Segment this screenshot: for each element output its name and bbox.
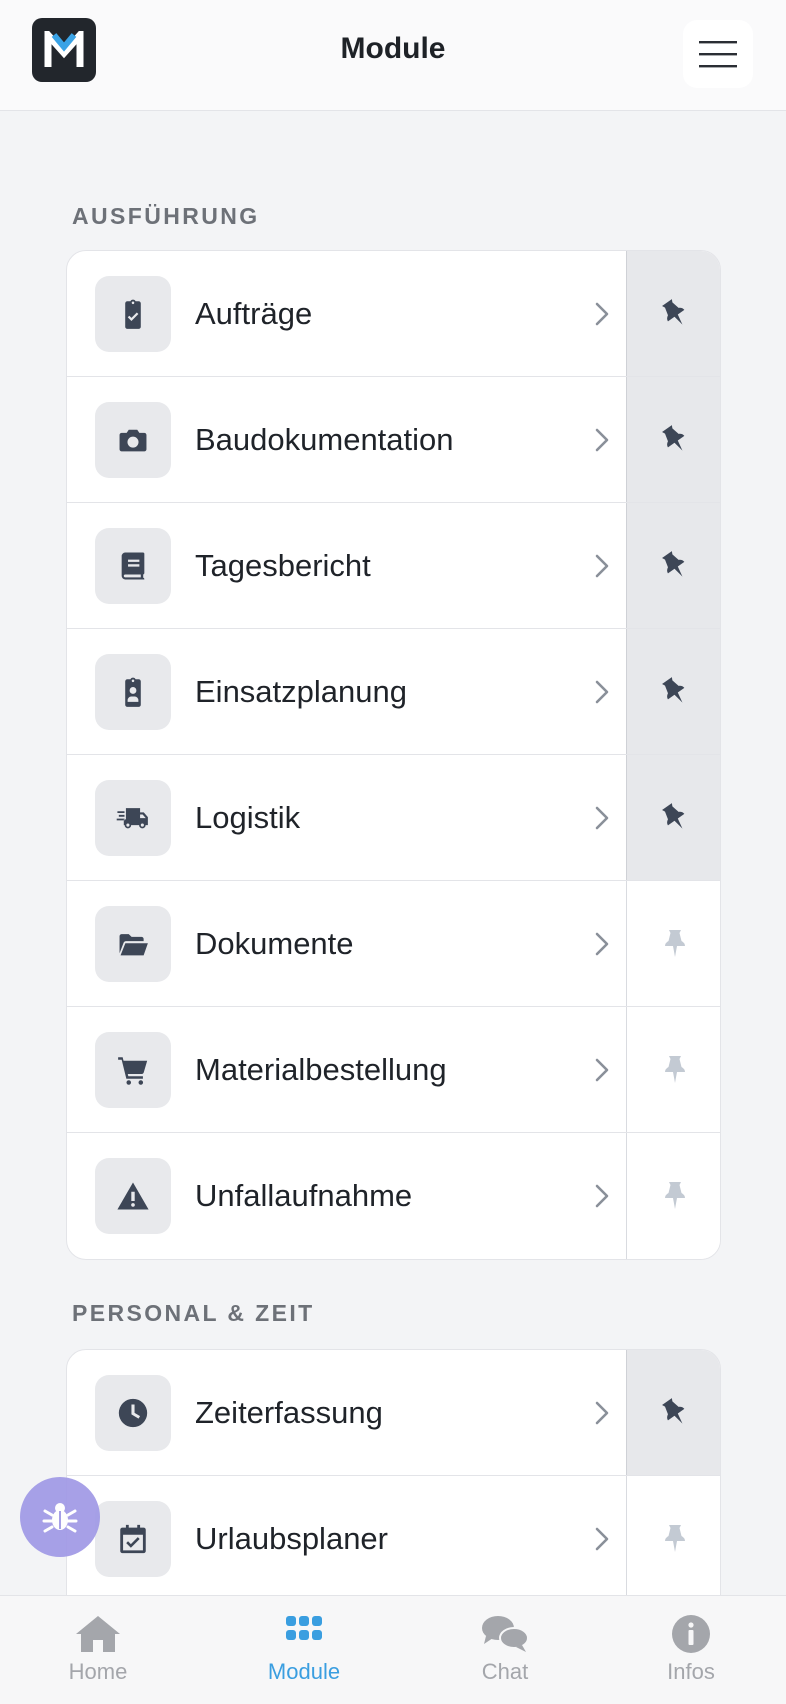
pin-toggle-materialbestellung[interactable] (626, 1007, 720, 1132)
module-row-auftraege: Aufträge (67, 251, 720, 377)
chevron-right-icon (595, 1527, 609, 1551)
hamburger-menu-button[interactable] (683, 20, 753, 88)
nav-tab-home[interactable]: Home (13, 1596, 183, 1704)
module-link-tagesbericht[interactable]: Tagesbericht (67, 503, 626, 628)
book-icon (95, 528, 171, 604)
clock-icon (95, 1375, 171, 1451)
module-link-baudokumentation[interactable]: Baudokumentation (67, 377, 626, 502)
chevron-right-icon (595, 1184, 609, 1208)
module-link-unfallaufnahme[interactable]: Unfallaufnahme (67, 1133, 626, 1259)
module-row-urlaubsplaner: Urlaubsplaner (67, 1476, 720, 1602)
pin-inactive-icon (664, 1182, 685, 1209)
pin-toggle-auftraege[interactable] (626, 251, 720, 376)
page-title: Module (340, 32, 446, 65)
pin-toggle-dokumente[interactable] (626, 881, 720, 1006)
module-row-materialbestellung: Materialbestellung (67, 1007, 720, 1133)
pin-active-icon (661, 298, 684, 325)
module-row-logistik: Logistik (67, 755, 720, 881)
module-label: Baudokumentation (195, 422, 454, 457)
module-label: Zeiterfassung (195, 1395, 383, 1430)
pin-inactive-icon (664, 1055, 685, 1083)
cart-icon (95, 1032, 171, 1108)
pin-toggle-baudokumentation[interactable] (626, 377, 720, 502)
nav-tab-module[interactable]: Module (219, 1596, 389, 1704)
module-row-zeiterfassung: Zeiterfassung (67, 1350, 720, 1476)
truck-fast-icon (95, 780, 171, 856)
nav-tab-infos[interactable]: Infos (606, 1596, 776, 1704)
chevron-right-icon (595, 554, 609, 578)
pin-inactive-icon (664, 929, 685, 957)
chat-icon (482, 1616, 529, 1652)
module-label: Unfallaufnahme (195, 1178, 413, 1213)
info-icon (672, 1615, 710, 1653)
module-link-auftraege[interactable]: Aufträge (67, 251, 626, 376)
debug-fab-button[interactable] (20, 1477, 100, 1557)
chevron-right-icon (595, 680, 609, 704)
chevron-right-icon (595, 806, 609, 830)
nav-label: Infos (667, 1659, 715, 1684)
chevron-right-icon (595, 302, 609, 326)
app-screen: Module AUSFÜHRUNG Aufträge Baudokumentat… (0, 0, 786, 1704)
pin-toggle-einsatzplanung[interactable] (626, 629, 720, 754)
module-label: Logistik (195, 800, 301, 835)
bug-icon (42, 1503, 78, 1533)
module-link-zeiterfassung[interactable]: Zeiterfassung (67, 1350, 626, 1475)
grid-icon (286, 1616, 322, 1640)
calendar-check-icon (95, 1501, 171, 1577)
pin-active-icon (661, 424, 684, 451)
pin-toggle-logistik[interactable] (626, 755, 720, 880)
pin-active-icon (661, 676, 684, 703)
nav-label: Chat (481, 1659, 529, 1684)
module-link-logistik[interactable]: Logistik (67, 755, 626, 880)
top-bar: Module (0, 0, 786, 111)
bottom-navigation: Home Module Chat Infos (0, 1595, 786, 1704)
pin-toggle-urlaubsplaner[interactable] (626, 1476, 720, 1602)
camera-icon (95, 402, 171, 478)
pin-inactive-icon (664, 1525, 685, 1552)
clipboard-check-icon (95, 276, 171, 352)
module-link-einsatzplanung[interactable]: Einsatzplanung (67, 629, 626, 754)
module-row-unfallaufnahme: Unfallaufnahme (67, 1133, 720, 1259)
nav-label: Module (267, 1659, 341, 1684)
module-list-ausfuehrung: Aufträge Baudokumentation Tagesbericht E… (66, 250, 721, 1260)
pin-toggle-unfallaufnahme[interactable] (626, 1133, 720, 1259)
section-heading-personal-zeit: PERSONAL & ZEIT (72, 1300, 315, 1326)
module-link-dokumente[interactable]: Dokumente (67, 881, 626, 1006)
pin-toggle-tagesbericht[interactable] (626, 503, 720, 628)
module-row-einsatzplanung: Einsatzplanung (67, 629, 720, 755)
module-row-baudokumentation: Baudokumentation (67, 377, 720, 503)
section-heading-ausfuehrung: AUSFÜHRUNG (72, 203, 260, 229)
chevron-right-icon (595, 1401, 609, 1425)
chevron-right-icon (595, 428, 609, 452)
module-row-dokumente: Dokumente (67, 881, 720, 1007)
nav-label: Home (68, 1659, 128, 1684)
pin-active-icon (661, 1397, 684, 1424)
module-label: Einsatzplanung (195, 674, 407, 709)
nav-tab-chat[interactable]: Chat (420, 1596, 590, 1704)
warning-icon (95, 1158, 171, 1234)
chevron-right-icon (595, 1058, 609, 1082)
module-label: Tagesbericht (195, 548, 371, 583)
home-icon (76, 1616, 120, 1652)
module-label: Aufträge (195, 296, 313, 331)
module-label: Dokumente (195, 926, 354, 961)
pin-toggle-zeiterfassung[interactable] (626, 1350, 720, 1475)
module-label: Urlaubsplaner (195, 1521, 388, 1556)
chevron-right-icon (595, 932, 609, 956)
module-link-urlaubsplaner[interactable]: Urlaubsplaner (67, 1476, 626, 1602)
module-row-tagesbericht: Tagesbericht (67, 503, 720, 629)
clipboard-user-icon (95, 654, 171, 730)
pin-active-icon (661, 550, 684, 577)
menu-icon (699, 41, 737, 68)
pin-active-icon (661, 802, 684, 829)
module-label: Materialbestellung (195, 1052, 447, 1087)
module-link-materialbestellung[interactable]: Materialbestellung (67, 1007, 626, 1132)
folder-open-icon (95, 906, 171, 982)
